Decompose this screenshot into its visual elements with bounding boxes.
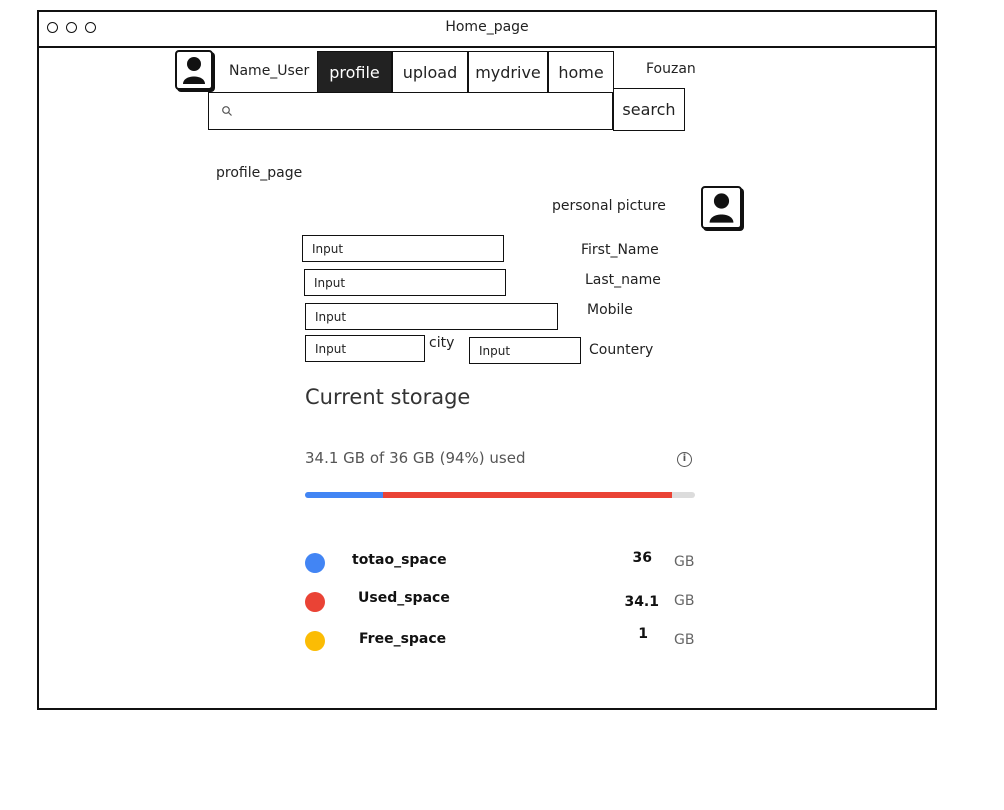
- storage-usage-text: 34.1 GB of 36 GB (94%) used: [305, 449, 526, 467]
- account-name: Fouzan: [646, 61, 696, 77]
- first-name-label: First_Name: [581, 242, 659, 258]
- legend-total-dot: [305, 553, 325, 573]
- country-label: Countery: [589, 342, 654, 358]
- search-button[interactable]: search: [613, 88, 685, 131]
- legend-free-dot: [305, 631, 325, 651]
- storage-bar-used-segment: [383, 492, 672, 498]
- search-input[interactable]: [208, 92, 613, 130]
- legend-free-unit: GB: [674, 632, 695, 648]
- page-title: profile_page: [216, 165, 303, 181]
- first-name-input[interactable]: Input: [302, 235, 504, 262]
- nav-username: Name_User: [229, 63, 310, 79]
- tab-mydrive[interactable]: mydrive: [468, 51, 548, 93]
- tab-profile[interactable]: profile: [317, 51, 392, 93]
- country-input[interactable]: Input: [469, 337, 581, 364]
- city-input[interactable]: Input: [305, 335, 425, 362]
- legend-free-name: Free_space: [359, 631, 447, 647]
- window-title: Home_page: [445, 19, 529, 35]
- legend-used-unit: GB: [674, 593, 695, 609]
- city-label: city: [429, 335, 455, 351]
- legend-total-unit: GB: [674, 554, 695, 570]
- info-icon[interactable]: i: [677, 452, 692, 467]
- storage-title: Current storage: [305, 385, 471, 409]
- title-bar: Home_page: [39, 12, 935, 48]
- legend-used-dot: [305, 592, 325, 612]
- personal-picture-label: personal picture: [552, 198, 666, 214]
- user-avatar[interactable]: [175, 50, 213, 90]
- last-name-input[interactable]: Input: [304, 269, 506, 296]
- personal-picture[interactable]: [701, 186, 742, 229]
- search-icon: [222, 106, 232, 116]
- legend-total-value: 36: [632, 550, 652, 566]
- user-silhouette-icon: [183, 57, 205, 84]
- storage-bar-total-segment: [305, 492, 383, 498]
- tab-home[interactable]: home: [548, 51, 614, 93]
- user-silhouette-icon: [709, 193, 734, 223]
- legend-used-name: Used_space: [358, 590, 450, 606]
- mobile-label: Mobile: [587, 302, 633, 318]
- storage-progress-bar: [305, 492, 695, 498]
- legend-free-value: 1: [638, 626, 648, 642]
- last-name-label: Last_name: [585, 272, 661, 288]
- legend-used-value: 34.1: [624, 594, 659, 610]
- mobile-input[interactable]: Input: [305, 303, 558, 330]
- legend-total-name: totao_space: [352, 552, 447, 568]
- tab-upload[interactable]: upload: [392, 51, 468, 93]
